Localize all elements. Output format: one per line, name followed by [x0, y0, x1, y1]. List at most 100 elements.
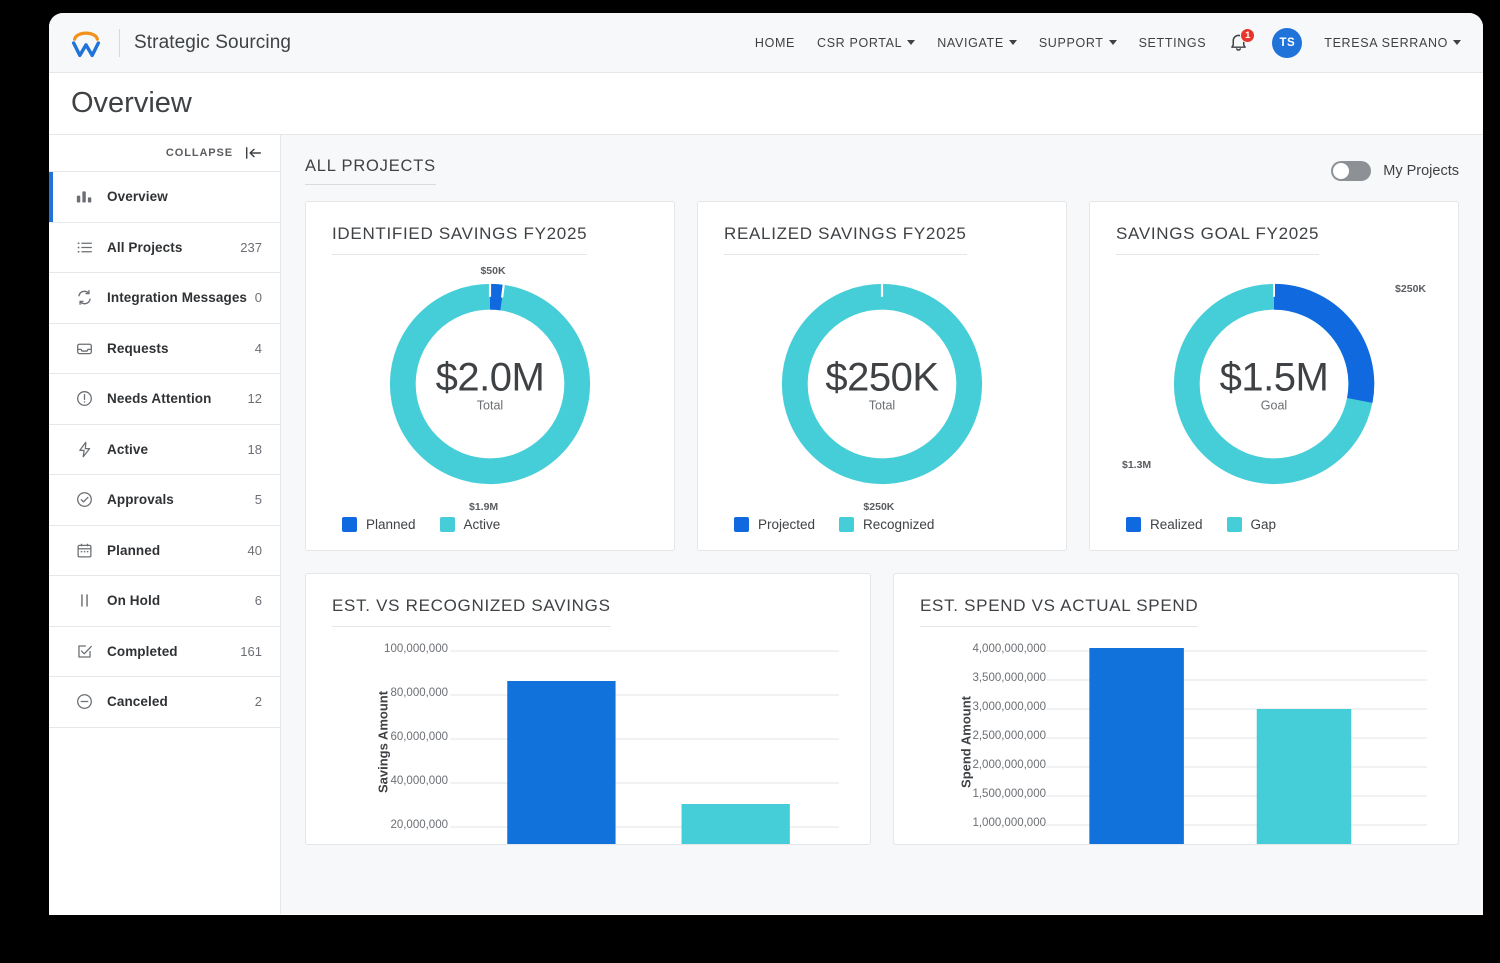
legend-swatch-active: [440, 517, 455, 532]
sidebar-item-completed[interactable]: Completed 161: [49, 626, 280, 677]
legend-item-realized[interactable]: Realized: [1126, 517, 1203, 532]
brand-area: Strategic Sourcing: [67, 24, 291, 62]
page-header: Overview: [49, 73, 1483, 135]
card-savings-goal-title: SAVINGS GOAL FY2025: [1116, 224, 1319, 255]
legend-item-recognized[interactable]: Recognized: [839, 517, 934, 532]
legend-item-active[interactable]: Active: [440, 517, 501, 532]
sidebar-item-all-projects-label: All Projects: [107, 240, 182, 255]
slice-label-gap: $1.3M: [1122, 459, 1151, 471]
legend-label-planned: Planned: [366, 517, 416, 532]
sidebar-item-planned-count: 40: [248, 543, 262, 558]
brand-divider: [119, 29, 120, 57]
chevron-down-icon: [1453, 40, 1461, 45]
body-split: COLLAPSE Overview: [49, 135, 1483, 914]
device-bezel: Strategic Sourcing HOME CSR PORTAL NAVIG…: [16, 0, 1484, 950]
card-savings-goal: SAVINGS GOAL FY2025 $250K $1.3M $1.5M Go…: [1089, 201, 1459, 551]
main-header: ALL PROJECTS My Projects: [305, 157, 1459, 185]
legend-label-gap: Gap: [1251, 517, 1277, 532]
nav-item-navigate-label: NAVIGATE: [937, 36, 1004, 50]
donut-chart-goal: [1165, 275, 1383, 493]
donut-savings-goal: $250K $1.3M $1.5M Goal: [1116, 259, 1432, 509]
card-identified-savings: IDENTIFIED SAVINGS FY2025 $50K $1.9M $2.…: [305, 201, 675, 551]
collapse-label: COLLAPSE: [166, 147, 233, 159]
sidebar-item-requests[interactable]: Requests 4: [49, 323, 280, 374]
sidebar: COLLAPSE Overview: [49, 135, 281, 914]
notifications-button[interactable]: 1: [1228, 31, 1250, 55]
donut-realized-savings: $250K $250K Total: [724, 259, 1040, 509]
donut-card-row: IDENTIFIED SAVINGS FY2025 $50K $1.9M $2.…: [305, 201, 1459, 551]
legend-item-gap[interactable]: Gap: [1227, 517, 1277, 532]
slice-label-active: $1.9M: [469, 501, 498, 513]
legend-swatch-realized: [1126, 517, 1141, 532]
nav-item-home-label: HOME: [755, 36, 795, 50]
sidebar-item-requests-count: 4: [255, 341, 262, 356]
sidebar-item-on-hold[interactable]: On Hold 6: [49, 575, 280, 626]
card-est-vs-recognized-title: EST. VS RECOGNIZED SAVINGS: [332, 596, 611, 627]
workday-logo-icon[interactable]: [67, 24, 105, 62]
collapse-sidebar-button[interactable]: COLLAPSE: [49, 135, 280, 171]
nav-item-support[interactable]: SUPPORT: [1039, 36, 1117, 50]
chevron-down-icon: [1009, 40, 1017, 45]
legend-realized-savings: Projected Recognized: [724, 517, 1040, 532]
sidebar-item-active[interactable]: Active 18: [49, 424, 280, 475]
toggle-switch[interactable]: [1331, 161, 1371, 181]
chevron-down-icon: [907, 40, 915, 45]
sidebar-item-approvals-label: Approvals: [107, 492, 174, 507]
legend-savings-goal: Realized Gap: [1116, 517, 1432, 532]
legend-label-recognized: Recognized: [863, 517, 934, 532]
app-viewport: Strategic Sourcing HOME CSR PORTAL NAVIG…: [49, 13, 1483, 915]
legend-label-projected: Projected: [758, 517, 815, 532]
sidebar-item-integration-messages[interactable]: Integration Messages 0: [49, 272, 280, 323]
section-title: ALL PROJECTS: [305, 157, 436, 185]
user-menu[interactable]: TERESA SERRANO: [1324, 36, 1461, 50]
card-est-vs-recognized-savings: EST. VS RECOGNIZED SAVINGS Savings Amoun…: [305, 573, 871, 845]
legend-swatch-planned: [342, 517, 357, 532]
sidebar-item-planned-label: Planned: [107, 543, 160, 558]
avatar[interactable]: TS: [1272, 28, 1302, 58]
user-name-label: TERESA SERRANO: [1324, 36, 1448, 50]
my-projects-label: My Projects: [1383, 163, 1459, 179]
app-title: Strategic Sourcing: [134, 32, 291, 54]
calendar-icon: [73, 542, 95, 559]
nav-item-settings[interactable]: SETTINGS: [1139, 36, 1207, 50]
sidebar-item-active-count: 18: [248, 442, 262, 457]
slice-label-realized: $250K: [1395, 283, 1426, 295]
sidebar-item-approvals[interactable]: Approvals 5: [49, 474, 280, 525]
sidebar-item-completed-label: Completed: [107, 644, 178, 659]
legend-identified-savings: Planned Active: [332, 517, 648, 532]
sidebar-item-integration-messages-label: Integration Messages: [107, 290, 247, 305]
ytick-spend-1: 3,500,000,000: [972, 672, 1046, 684]
ytick-savings-4: 20,000,000: [390, 819, 448, 831]
legend-item-projected[interactable]: Projected: [734, 517, 815, 532]
my-projects-toggle[interactable]: My Projects: [1331, 161, 1459, 181]
collapse-left-icon: [245, 146, 262, 160]
check-circle-icon: [73, 491, 95, 508]
sidebar-item-overview[interactable]: Overview: [49, 171, 280, 222]
bar-card-row: EST. VS RECOGNIZED SAVINGS Savings Amoun…: [305, 573, 1459, 845]
legend-swatch-recognized: [839, 517, 854, 532]
legend-item-planned[interactable]: Planned: [342, 517, 416, 532]
inbox-icon: [73, 340, 95, 357]
sidebar-item-canceled[interactable]: Canceled 2: [49, 676, 280, 727]
toggle-knob: [1333, 163, 1349, 179]
list-icon: [73, 239, 95, 256]
sidebar-item-needs-attention[interactable]: Needs Attention 12: [49, 373, 280, 424]
page-title: Overview: [71, 87, 192, 120]
ytick-savings-3: 40,000,000: [390, 775, 448, 787]
card-realized-savings-title: REALIZED SAVINGS FY2025: [724, 224, 967, 255]
sidebar-item-completed-count: 161: [240, 644, 262, 659]
sidebar-item-all-projects[interactable]: All Projects 237: [49, 222, 280, 273]
bar-chart-icon: [73, 188, 95, 205]
nav-item-csr-portal[interactable]: CSR PORTAL: [817, 36, 915, 50]
slice-label-planned: $50K: [480, 265, 505, 277]
nav-item-support-label: SUPPORT: [1039, 36, 1104, 50]
sidebar-item-planned[interactable]: Planned 40: [49, 525, 280, 576]
pause-icon: [73, 592, 95, 609]
sidebar-item-on-hold-label: On Hold: [107, 593, 160, 608]
nav-item-home[interactable]: HOME: [755, 36, 795, 50]
bolt-icon: [73, 441, 95, 458]
ytick-spend-2: 3,000,000,000: [972, 701, 1046, 713]
nav-item-navigate[interactable]: NAVIGATE: [937, 36, 1017, 50]
card-est-spend-title: EST. SPEND VS ACTUAL SPEND: [920, 596, 1198, 627]
sidebar-item-requests-label: Requests: [107, 341, 169, 356]
